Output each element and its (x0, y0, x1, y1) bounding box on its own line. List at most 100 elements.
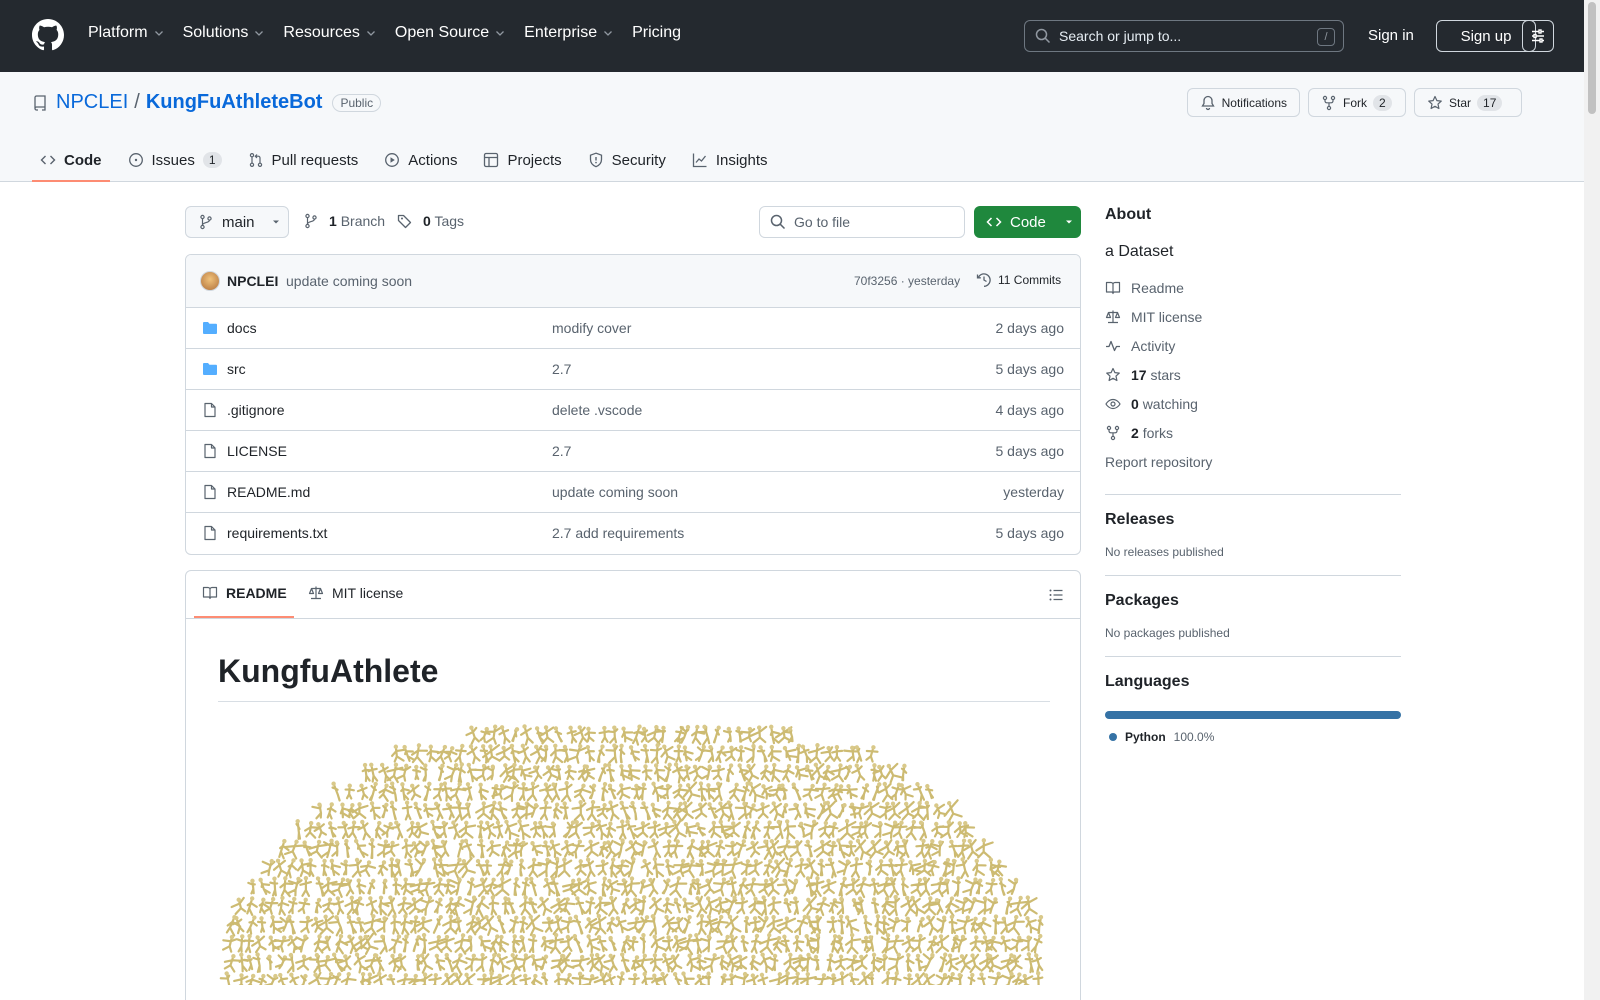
file-commit-message-link[interactable]: 2.7 add requirements (552, 525, 684, 541)
file-name-link[interactable]: docs (227, 320, 257, 336)
file-name-link[interactable]: .gitignore (227, 402, 285, 418)
tab-security[interactable]: Security (580, 138, 674, 182)
license-tab[interactable]: MIT license (308, 585, 403, 601)
file-commit-message-link[interactable]: delete .vscode (552, 402, 642, 418)
figure-mark (574, 859, 590, 876)
commit-message-link[interactable]: update coming soon (286, 273, 412, 289)
global-search-input[interactable]: Search or jump to... / (1024, 20, 1344, 52)
figure-mark (756, 745, 768, 763)
figure-mark (413, 801, 423, 820)
repo-description: a Dataset (1105, 243, 1174, 260)
branch-selector[interactable]: main (185, 206, 289, 238)
file-name-link[interactable]: requirements.txt (227, 525, 327, 541)
figure-mark (316, 914, 335, 936)
sign-in-link[interactable]: Sign in (1368, 27, 1414, 44)
tab-projects[interactable]: Projects (475, 138, 569, 182)
figure-mark (256, 916, 267, 933)
nav-solutions[interactable]: Solutions (183, 24, 266, 42)
sign-up-button[interactable]: Sign up (1436, 20, 1536, 52)
figure-mark (748, 896, 765, 915)
repo-separator: / (134, 91, 140, 113)
tab-pull-requests[interactable]: Pull requests (240, 138, 367, 182)
branch-name: main (222, 213, 255, 231)
watching-link[interactable]: 0 watching (1105, 389, 1401, 418)
activity-link[interactable]: Activity (1105, 331, 1401, 360)
commit-author-link[interactable]: NPCLEI (227, 273, 278, 289)
tab-insights[interactable]: Insights (684, 138, 776, 182)
go-to-file-input[interactable]: Go to file (759, 206, 965, 238)
nav-platform[interactable]: Platform (88, 24, 165, 42)
figure-mark (828, 821, 839, 838)
tab-actions[interactable]: Actions (376, 138, 465, 182)
license-link[interactable]: MIT license (1105, 302, 1401, 331)
commit-hash-time[interactable]: 70f3256 · yesterday (854, 274, 960, 288)
figure-mark (804, 764, 815, 781)
figure-mark (476, 973, 490, 985)
figure-mark (912, 782, 926, 803)
code-dropdown-button[interactable]: Code (974, 206, 1081, 238)
file-commit-message-link[interactable]: 2.7 (552, 361, 571, 377)
tab-issues[interactable]: Issues 1 (120, 138, 230, 182)
figure-mark (745, 877, 761, 897)
file-name-link[interactable]: src (227, 361, 246, 377)
menu-button[interactable] (1522, 20, 1554, 52)
commits-link[interactable]: 11 Commits (976, 272, 1061, 288)
about-heading: About (1105, 206, 1152, 223)
file-name-link[interactable]: LICENSE (227, 443, 287, 459)
notifications-button[interactable]: Notifications (1186, 88, 1300, 117)
figure-mark (251, 935, 267, 954)
figure-mark (382, 878, 388, 895)
figure-mark (346, 914, 357, 935)
chevron-down-icon (154, 31, 163, 36)
figure-mark (466, 877, 475, 896)
figure-mark (299, 973, 308, 985)
avatar[interactable] (200, 271, 220, 291)
github-logo-icon[interactable] (32, 19, 64, 51)
figure-mark (266, 954, 273, 971)
figure-mark (559, 897, 576, 916)
file-commit-message-link[interactable]: modify cover (552, 320, 631, 336)
nav-resources[interactable]: Resources (283, 24, 376, 42)
figure-mark (432, 914, 443, 934)
language-item[interactable]: Python 100.0% (1105, 730, 1401, 744)
releases-heading[interactable]: Releases (1105, 511, 1401, 529)
readme-link[interactable]: Readme (1105, 273, 1401, 302)
list-unordered-icon[interactable] (1048, 587, 1064, 603)
figure-mark (419, 763, 428, 782)
language-percent: 100.0% (1173, 730, 1215, 744)
report-repository-link[interactable]: Report repository (1105, 447, 1401, 476)
nav-enterprise[interactable]: Enterprise (524, 24, 614, 42)
readme-tabs: README MIT license (186, 571, 1080, 619)
figure-mark (386, 973, 397, 985)
figure-mark (572, 933, 584, 954)
figure-mark (860, 783, 870, 801)
file-commit-message-link[interactable]: 2.7 (552, 443, 571, 459)
stars-link[interactable]: 17 stars (1105, 360, 1401, 389)
tab-code[interactable]: Code (32, 138, 110, 182)
star-button[interactable]: Star 17 (1414, 88, 1522, 117)
figure-mark (529, 876, 538, 897)
figure-mark (972, 858, 987, 877)
nav-pricing[interactable]: Pricing (632, 24, 681, 42)
page-scrollbar[interactable] (1584, 0, 1600, 1000)
file-commit-message-link[interactable]: update coming soon (552, 484, 678, 500)
figure-mark (488, 895, 500, 916)
tab-label: Issues (151, 151, 195, 169)
nav-open-source[interactable]: Open Source (395, 24, 506, 42)
scrollbar-thumb[interactable] (1588, 2, 1596, 114)
repo-name-link[interactable]: KungFuAthleteBot (146, 91, 323, 114)
fork-button[interactable]: Fork 2 (1308, 88, 1406, 117)
packages-heading[interactable]: Packages (1105, 592, 1401, 610)
tags-link[interactable]: 0 Tags (423, 213, 464, 229)
branches-link[interactable]: 1 Branch (329, 213, 385, 229)
repo-owner-link[interactable]: NPCLEI (56, 91, 128, 114)
repo-title: NPCLEI / KungFuAthleteBot Public (32, 91, 382, 114)
figure-mark (519, 724, 534, 746)
stars-label: stars (1150, 366, 1181, 383)
readme-tab[interactable]: README (202, 585, 287, 601)
file-commit-date: 5 days ago (995, 525, 1065, 541)
file-name-link[interactable]: README.md (227, 484, 310, 500)
figure-mark (575, 896, 586, 915)
figure-mark (735, 745, 745, 762)
forks-link[interactable]: 2 forks (1105, 418, 1401, 447)
